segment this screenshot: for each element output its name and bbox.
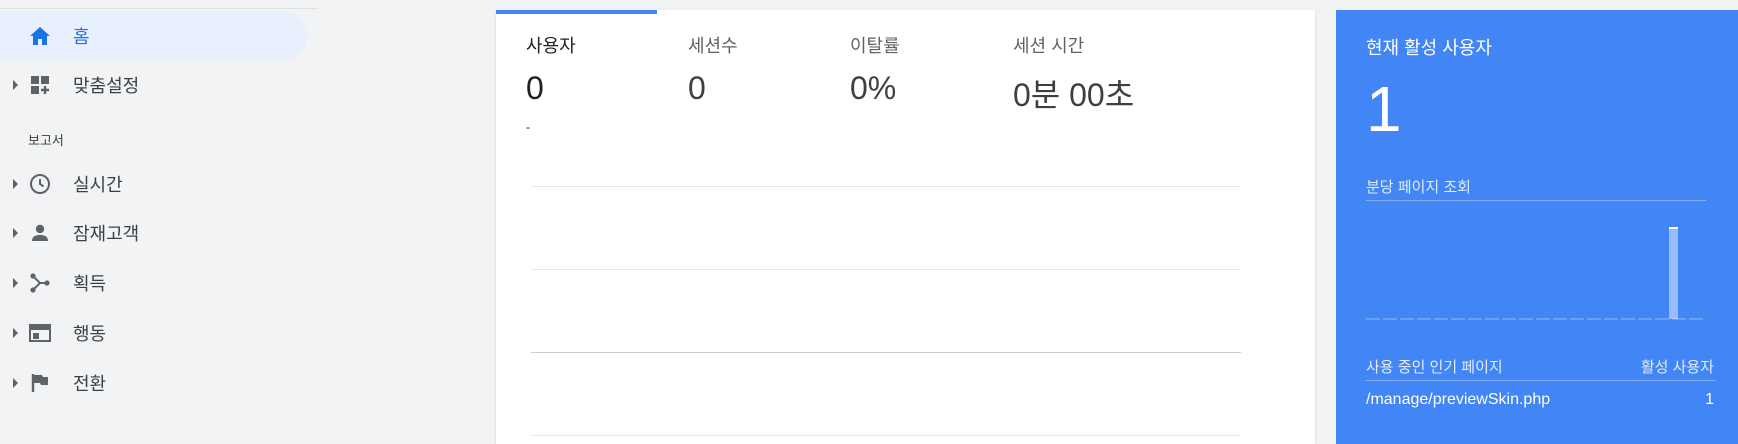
metric-label: 사용자 [526, 36, 576, 56]
chart-gridline [531, 269, 1241, 270]
chart-gridline [531, 352, 1241, 353]
home-icon [28, 24, 52, 48]
metric-tab-sessions[interactable]: 세션수 0 [688, 32, 738, 107]
sidebar-item-acquisition[interactable]: 획득 [0, 258, 308, 308]
clock-icon [28, 172, 52, 196]
sidebar: 홈 맞춤설정 보고서 실시간 잠재고객 획득 행동 전환 [0, 0, 318, 444]
users-change-indicator: - [526, 120, 530, 134]
metric-value: 0% [850, 70, 897, 106]
expand-caret-icon[interactable] [13, 179, 18, 189]
chart-gridline [531, 435, 1241, 436]
sidebar-item-label: 맞춤설정 [73, 76, 140, 96]
realtime-panel[interactable]: 현재 활성 사용자 1 분당 페이지 조회 사용 중인 인기 페이지 활성 사용… [1336, 10, 1738, 444]
top-page-link[interactable]: /manage/previewSkin.php [1366, 391, 1550, 409]
sidebar-item-label: 획득 [73, 274, 107, 294]
expand-caret-icon[interactable] [13, 228, 18, 238]
top-pages-header: 사용 중인 인기 페이지 [1366, 359, 1503, 376]
active-users-count: 1 [1366, 73, 1402, 145]
sidebar-item-audience[interactable]: 잠재고객 [0, 208, 308, 258]
analytics-home: 홈 맞춤설정 보고서 실시간 잠재고객 획득 행동 전환 사용자 0 - 세션수… [0, 0, 1738, 444]
metric-value: 0 [526, 70, 544, 106]
metric-label: 세션수 [688, 36, 738, 56]
sidebar-item-label: 전환 [73, 374, 107, 394]
sidebar-item-realtime[interactable]: 실시간 [0, 159, 308, 209]
expand-caret-icon[interactable] [13, 328, 18, 338]
chart-bar-top [1669, 227, 1678, 229]
section-heading-reports: 보고서 [28, 133, 64, 148]
chart-gridline [531, 186, 1241, 187]
metric-value: 0분 00초 [1013, 77, 1135, 113]
person-icon [28, 221, 52, 245]
metric-label: 이탈률 [850, 36, 900, 56]
expand-caret-icon[interactable] [13, 278, 18, 288]
expand-caret-icon[interactable] [13, 378, 18, 388]
pageviews-per-minute-label: 분당 페이지 조회 [1366, 179, 1471, 196]
metric-tab-session-duration[interactable]: 세션 시간 0분 00초 [1013, 32, 1134, 116]
expand-caret-icon[interactable] [13, 80, 18, 90]
behavior-icon [28, 321, 52, 345]
sidebar-item-conversions[interactable]: 전환 [0, 358, 308, 408]
audience-overview-card: 사용자 0 - 세션수 0 이탈률 0% 세션 시간 0분 00초 [496, 10, 1315, 444]
flag-icon [28, 371, 52, 395]
pageviews-per-minute-chart [1366, 227, 1706, 320]
sidebar-item-label: 행동 [73, 324, 107, 344]
top-page-active-users: 1 [1705, 391, 1714, 408]
divider [0, 8, 318, 9]
sidebar-item-behavior[interactable]: 행동 [0, 308, 308, 358]
acquisition-icon [28, 271, 52, 295]
metric-value: 0 [688, 70, 706, 106]
realtime-title: 현재 활성 사용자 [1366, 38, 1492, 58]
active-users-header: 활성 사용자 [1640, 359, 1714, 376]
divider [1366, 380, 1716, 381]
sidebar-item-customization[interactable]: 맞춤설정 [0, 60, 308, 110]
metric-tab-users[interactable]: 사용자 0 [526, 32, 576, 107]
dashboard-add-icon [28, 73, 52, 97]
metric-label: 세션 시간 [1013, 36, 1085, 56]
chart-bar [1669, 227, 1678, 319]
sidebar-item-label: 잠재고객 [73, 224, 140, 244]
selected-metric-indicator [496, 10, 657, 14]
sidebar-item-label: 실시간 [73, 175, 123, 195]
sidebar-item-home[interactable]: 홈 [0, 11, 308, 61]
sidebar-item-label: 홈 [73, 27, 90, 47]
metric-tab-bounce-rate[interactable]: 이탈률 0% [850, 32, 900, 107]
divider [1366, 200, 1706, 201]
